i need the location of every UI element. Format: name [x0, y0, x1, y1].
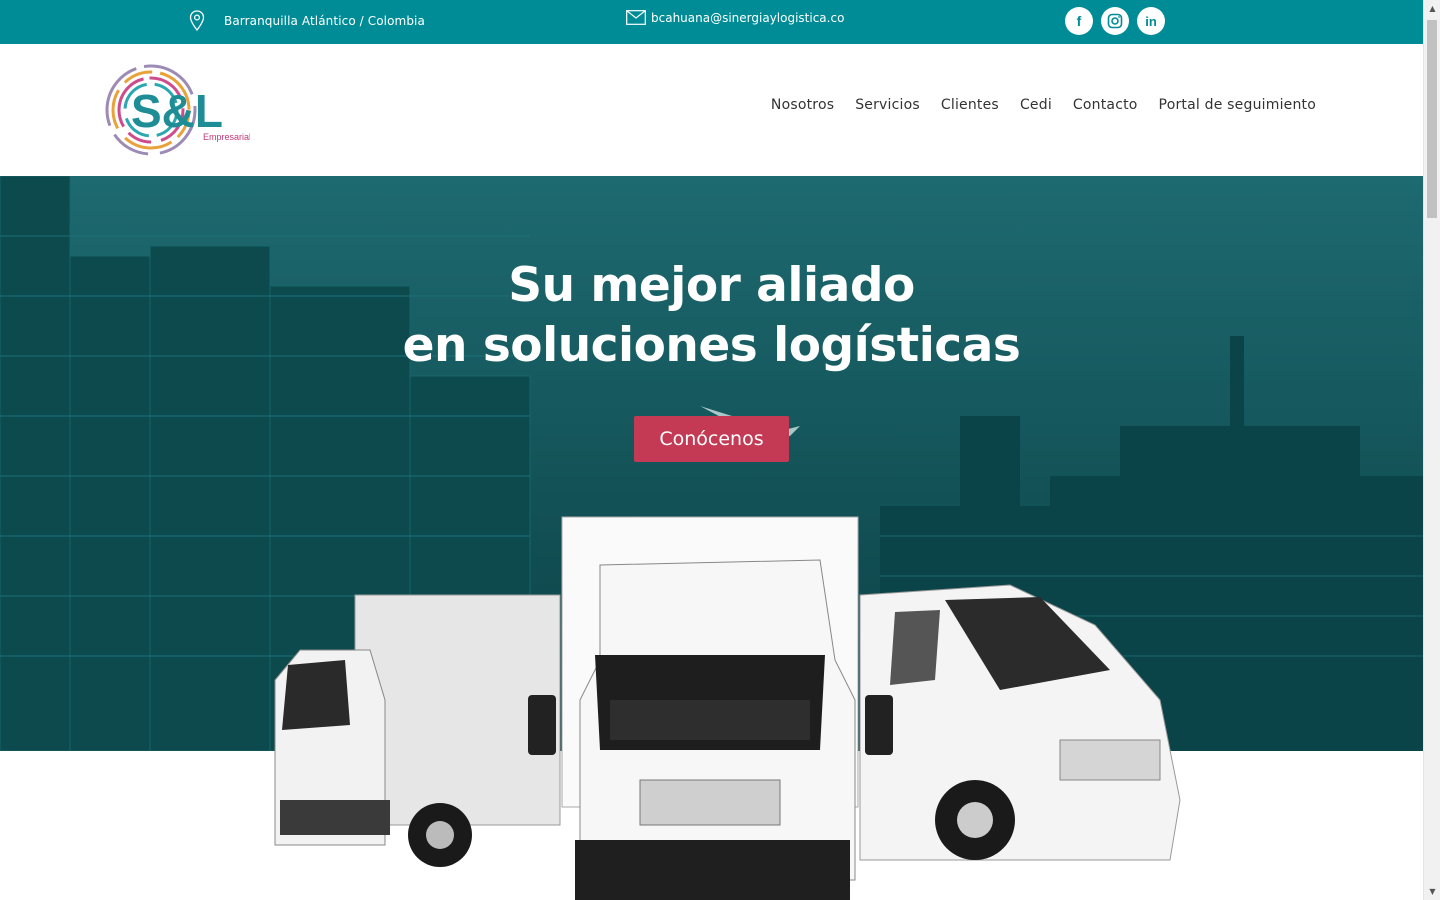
- nav-item-nosotros[interactable]: Nosotros: [771, 97, 834, 113]
- envelope-icon: [626, 10, 646, 25]
- svg-text:S&L: S&L: [131, 85, 223, 137]
- email-info[interactable]: bcahuana@sinergiaylogistica.co: [626, 10, 844, 25]
- nav-item-clientes[interactable]: Clientes: [941, 97, 999, 113]
- below-hero-section: [0, 751, 1423, 900]
- instagram-glyph: [1107, 13, 1123, 29]
- map-pin-icon: [189, 10, 205, 32]
- location-info: Barranquilla Atlántico / Colombia: [189, 10, 425, 32]
- scroll-down-arrow-icon[interactable]: ▼: [1424, 883, 1440, 900]
- social-links: f in: [1065, 7, 1165, 35]
- hero-title-line-2: en soluciones logísticas: [402, 318, 1021, 373]
- location-text: Barranquilla Atlántico / Colombia: [224, 14, 425, 28]
- site-header: S&L Empresarial Nosotros Servicios Clien…: [0, 44, 1423, 176]
- logo-graphic: S&L Empresarial: [105, 64, 251, 156]
- page-scrollbar[interactable]: ▲ ▼: [1423, 0, 1440, 900]
- email-text[interactable]: bcahuana@sinergiaylogistica.co: [651, 11, 844, 25]
- facebook-icon[interactable]: f: [1065, 7, 1093, 35]
- scroll-thumb[interactable]: [1427, 20, 1437, 218]
- nav-item-cedi[interactable]: Cedi: [1020, 97, 1052, 113]
- main-nav: Nosotros Servicios Clientes Cedi Contact…: [771, 97, 1316, 113]
- hero-title-line-1: Su mejor aliado: [508, 258, 915, 313]
- brand-logo[interactable]: S&L Empresarial: [105, 62, 251, 158]
- nav-item-portal[interactable]: Portal de seguimiento: [1159, 97, 1316, 113]
- top-bar: Barranquilla Atlántico / Colombia bcahua…: [0, 0, 1423, 44]
- scroll-up-arrow-icon[interactable]: ▲: [1424, 0, 1440, 17]
- nav-item-contacto[interactable]: Contacto: [1073, 97, 1138, 113]
- hero-banner: Su mejor aliado en soluciones logísticas…: [0, 176, 1423, 751]
- svg-text:Empresarial: Empresarial: [203, 132, 250, 142]
- linkedin-icon[interactable]: in: [1137, 7, 1165, 35]
- conocenos-button[interactable]: Conócenos: [634, 416, 789, 462]
- instagram-icon[interactable]: [1101, 7, 1129, 35]
- nav-item-servicios[interactable]: Servicios: [855, 97, 920, 113]
